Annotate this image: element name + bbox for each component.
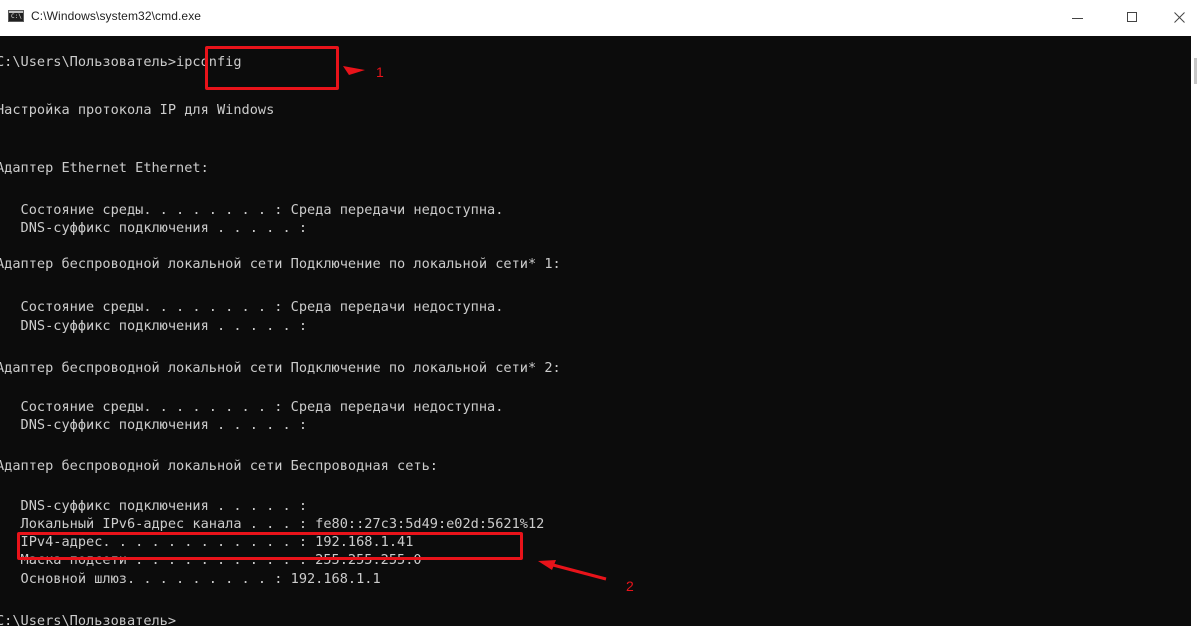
annotation-marker-2: 2 <box>626 578 634 594</box>
annotation-marker-1: 1 <box>376 64 384 80</box>
arrow-2-head-icon <box>538 560 556 570</box>
annotation-arrows <box>343 66 607 581</box>
arrow-2-icon <box>552 563 607 581</box>
cmd-window: C:\ C:\Windows\system32\cmd.exe C:\Users… <box>0 0 1201 626</box>
arrow-1-icon <box>343 66 365 75</box>
